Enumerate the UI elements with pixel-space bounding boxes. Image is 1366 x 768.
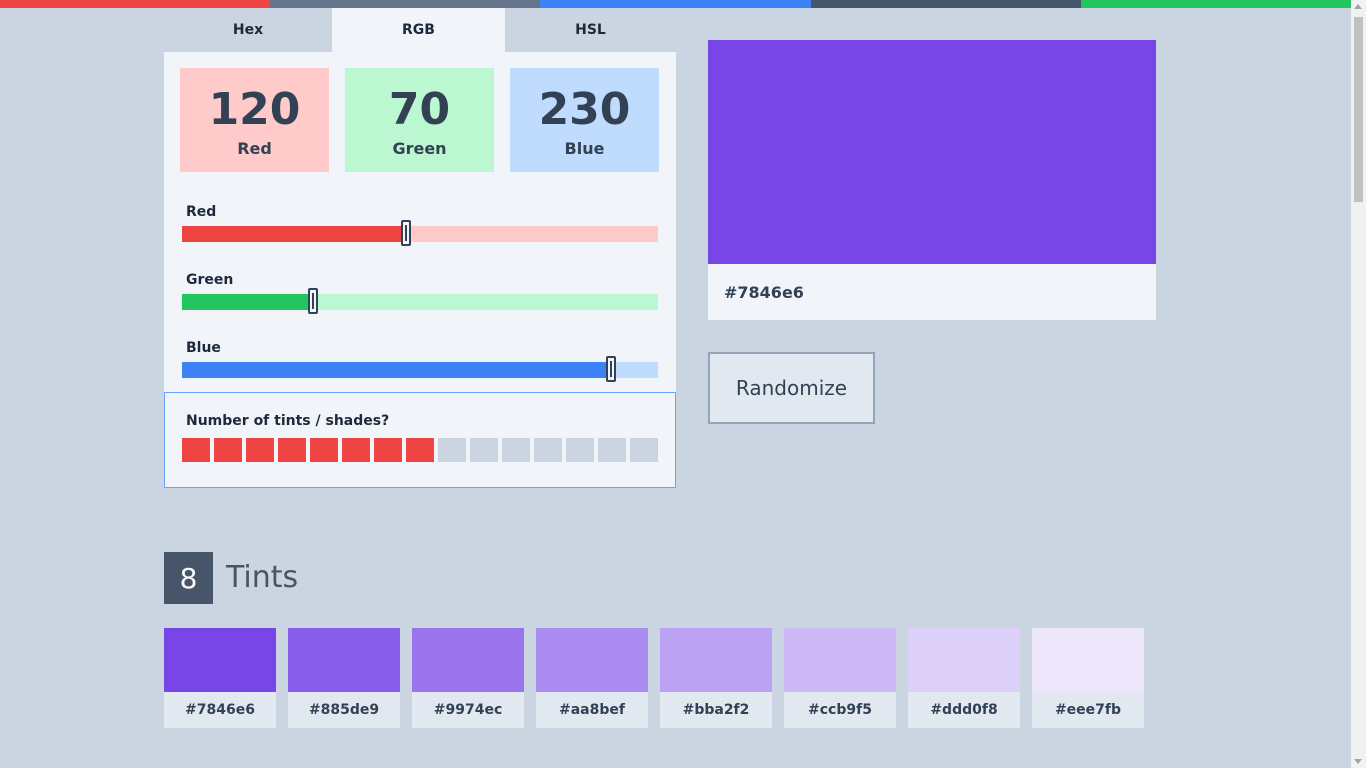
tint-swatch-color xyxy=(164,628,276,692)
red-value-label: Red xyxy=(237,139,272,158)
accent-segment xyxy=(0,0,271,8)
tint-swatch[interactable]: #bba2f2 xyxy=(660,628,772,728)
tints-count-badge: 8 xyxy=(164,552,213,604)
tint-count-question: Number of tints / shades? xyxy=(186,413,390,429)
tab-hsl[interactable]: HSL xyxy=(505,8,676,52)
tint-swatch-color xyxy=(412,628,524,692)
red-slider-handle[interactable] xyxy=(401,220,411,246)
tint-swatch[interactable]: #ddd0f8 xyxy=(908,628,1020,728)
tint-swatch-color xyxy=(908,628,1020,692)
blue-value: 230 xyxy=(538,84,631,135)
tint-swatch-hex: #ddd0f8 xyxy=(908,692,1020,728)
tint-swatch-hex: #eee7fb xyxy=(1032,692,1144,728)
tint-count-selector: Number of tints / shades? xyxy=(164,392,676,488)
page-scrollbar[interactable] xyxy=(1351,0,1366,768)
tint-count-step[interactable] xyxy=(470,438,498,462)
tint-count-step[interactable] xyxy=(438,438,466,462)
tint-count-steps xyxy=(182,438,658,462)
tab-rgb[interactable]: RGB xyxy=(332,8,505,52)
tint-count-step[interactable] xyxy=(310,438,338,462)
tint-count-step[interactable] xyxy=(246,438,274,462)
green-value-box: 70 Green xyxy=(345,68,494,172)
tint-swatch[interactable]: #eee7fb xyxy=(1032,628,1144,728)
tint-swatch-color xyxy=(784,628,896,692)
red-slider-label: Red xyxy=(186,204,217,220)
green-slider[interactable] xyxy=(182,288,658,314)
red-value: 120 xyxy=(208,84,301,135)
accent-segment xyxy=(1080,0,1352,8)
red-slider-fill xyxy=(182,226,406,242)
tint-swatch[interactable]: #aa8bef xyxy=(536,628,648,728)
green-value-label: Green xyxy=(392,139,447,158)
scrollbar-thumb[interactable] xyxy=(1354,17,1363,202)
tint-swatch-hex: #7846e6 xyxy=(164,692,276,728)
randomize-button[interactable]: Randomize xyxy=(708,352,875,424)
tint-swatch-hex: #aa8bef xyxy=(536,692,648,728)
tint-swatch-color xyxy=(288,628,400,692)
tint-count-step[interactable] xyxy=(182,438,210,462)
tint-swatch[interactable]: #ccb9f5 xyxy=(784,628,896,728)
tint-swatch-hex: #ccb9f5 xyxy=(784,692,896,728)
tint-swatch[interactable]: #7846e6 xyxy=(164,628,276,728)
tint-swatches: #7846e6 #885de9 #9974ec #aa8bef #bba2f2 #ccb9… xyxy=(164,628,1144,728)
mode-tabs: Hex RGB HSL xyxy=(164,8,676,52)
green-slider-handle[interactable] xyxy=(307,288,318,314)
tint-swatch-color xyxy=(660,628,772,692)
color-preview-hex-bar: #7846e6 xyxy=(708,264,1156,320)
tint-count-step[interactable] xyxy=(342,438,370,462)
tint-count-step[interactable] xyxy=(566,438,594,462)
tint-swatch-hex: #bba2f2 xyxy=(660,692,772,728)
green-slider-fill xyxy=(182,294,313,310)
tint-count-step[interactable] xyxy=(374,438,402,462)
accent-segment xyxy=(540,0,811,8)
tint-swatch-color xyxy=(1032,628,1144,692)
tint-count-step[interactable] xyxy=(214,438,242,462)
green-value: 70 xyxy=(388,84,451,135)
tab-hex[interactable]: Hex xyxy=(164,8,332,52)
scroll-up-arrow-icon[interactable] xyxy=(1354,4,1362,9)
tint-swatch-hex: #885de9 xyxy=(288,692,400,728)
blue-slider-label: Blue xyxy=(186,340,221,356)
tints-section-title: Tints xyxy=(226,560,299,595)
color-preview-hex: #7846e6 xyxy=(724,283,804,302)
red-value-box: 120 Red xyxy=(180,68,329,172)
tint-count-step[interactable] xyxy=(598,438,626,462)
accent-segment xyxy=(270,0,541,8)
blue-slider[interactable] xyxy=(182,356,658,382)
tint-swatch[interactable]: #9974ec xyxy=(412,628,524,728)
tint-swatch-color xyxy=(536,628,648,692)
tint-swatch-hex: #9974ec xyxy=(412,692,524,728)
scroll-down-arrow-icon[interactable] xyxy=(1354,759,1362,764)
blue-value-label: Blue xyxy=(564,139,605,158)
color-preview xyxy=(708,40,1156,264)
blue-slider-handle[interactable] xyxy=(606,356,617,382)
red-slider[interactable] xyxy=(182,220,658,246)
accent-segment xyxy=(810,0,1081,8)
tint-count-step[interactable] xyxy=(278,438,306,462)
tint-count-step[interactable] xyxy=(534,438,562,462)
blue-value-box: 230 Blue xyxy=(510,68,659,172)
tint-count-step[interactable] xyxy=(406,438,434,462)
blue-slider-fill xyxy=(182,362,612,378)
green-slider-label: Green xyxy=(186,272,234,288)
tint-count-step[interactable] xyxy=(630,438,658,462)
tint-swatch[interactable]: #885de9 xyxy=(288,628,400,728)
color-accent-bar xyxy=(0,0,1352,8)
tint-count-step[interactable] xyxy=(502,438,530,462)
